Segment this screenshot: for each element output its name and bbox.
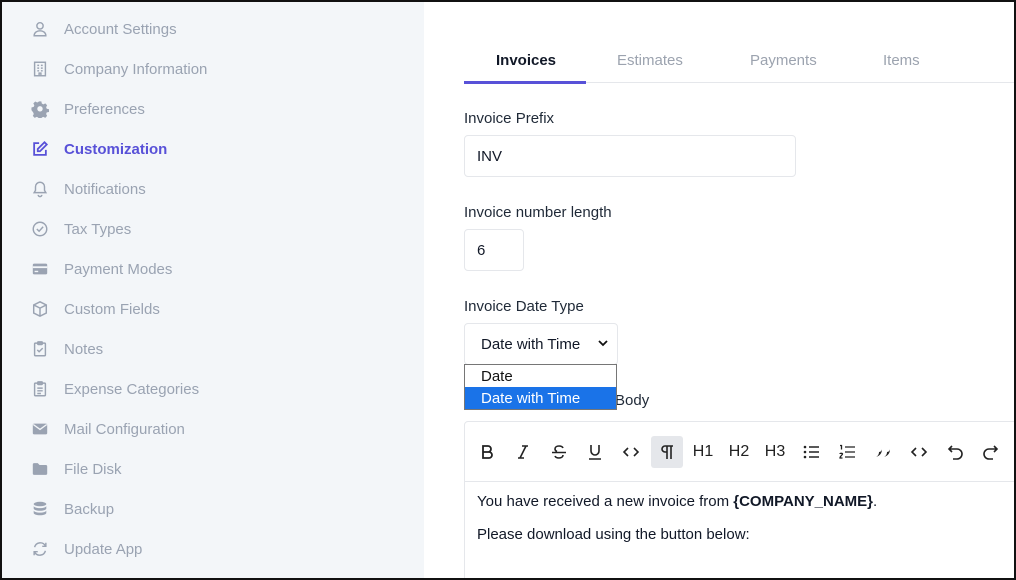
editor-text-end: . xyxy=(873,493,878,510)
heading-2-button[interactable]: H2 xyxy=(723,436,755,468)
database-icon xyxy=(30,499,50,519)
italic-icon xyxy=(518,444,528,459)
settings-sidebar: Account Settings Company Information Pre… xyxy=(2,2,424,578)
ordered-list-button[interactable] xyxy=(831,436,863,468)
edit-icon xyxy=(30,139,50,159)
editor-paragraph: Please download using the button below: xyxy=(477,525,750,543)
app-window: Account Settings Company Information Pre… xyxy=(0,0,1016,580)
company-name-placeholder: {COMPANY_NAME} xyxy=(733,493,874,510)
bullet-list-button[interactable] xyxy=(795,436,827,468)
refresh-icon xyxy=(30,539,50,559)
editor-content[interactable]: You have received a new invoice from {CO… xyxy=(465,482,1014,567)
sidebar-item-notifications[interactable]: Notifications xyxy=(30,177,146,201)
sidebar-item-account-settings[interactable]: Account Settings xyxy=(30,17,177,41)
editor-text: You have received a new invoice from xyxy=(477,493,734,510)
heading-3-button[interactable]: H3 xyxy=(759,436,791,468)
sidebar-item-label: Account Settings xyxy=(64,20,177,38)
invoice-prefix-input[interactable]: INV xyxy=(464,135,796,177)
redo-button[interactable] xyxy=(975,436,1007,468)
code-icon xyxy=(622,446,640,457)
sidebar-item-label: Customization xyxy=(64,140,168,158)
bell-icon xyxy=(30,179,50,199)
undo-icon xyxy=(947,444,963,460)
bullet-list-icon xyxy=(803,445,819,458)
sidebar-item-label: Preferences xyxy=(64,100,145,118)
tab-estimates[interactable]: Estimates xyxy=(617,52,683,69)
invoice-number-length-label: Invoice number length xyxy=(464,204,612,221)
redo-icon xyxy=(983,444,999,460)
sidebar-item-label: Mail Configuration xyxy=(64,420,185,438)
bold-icon xyxy=(482,444,493,459)
undo-button[interactable] xyxy=(939,436,971,468)
sidebar-item-file-disk[interactable]: File Disk xyxy=(30,457,122,481)
quote-icon xyxy=(876,445,890,457)
underline-button[interactable] xyxy=(579,436,611,468)
sidebar-item-custom-fields[interactable]: Custom Fields xyxy=(30,297,160,321)
date-type-option-date[interactable]: Date xyxy=(465,365,616,387)
sidebar-item-company-information[interactable]: Company Information xyxy=(30,57,207,81)
sidebar-item-update-app[interactable]: Update App xyxy=(30,537,142,561)
sidebar-item-label: Company Information xyxy=(64,60,208,78)
sidebar-item-payment-modes[interactable]: Payment Modes xyxy=(30,257,172,281)
sidebar-item-label: Update App xyxy=(64,540,143,558)
code-button[interactable] xyxy=(615,436,647,468)
sidebar-item-label: Custom Fields xyxy=(64,300,160,318)
customization-panel: Invoices Estimates Payments Items Invoic… xyxy=(424,2,1014,578)
underline-icon xyxy=(589,444,601,460)
invoice-body-label: Body xyxy=(615,392,650,409)
strikethrough-icon xyxy=(552,444,566,459)
cube-icon xyxy=(30,299,50,319)
invoice-body-editor: H1 H2 H3 You have received a new invoice… xyxy=(464,421,1014,578)
editor-paragraph: You have received a new invoice from {CO… xyxy=(477,492,1011,512)
tab-payments[interactable]: Payments xyxy=(750,52,817,69)
invoice-number-length-input[interactable]: 6 xyxy=(464,229,524,271)
blockquote-button[interactable] xyxy=(867,436,899,468)
bold-button[interactable] xyxy=(471,436,503,468)
sidebar-item-label: File Disk xyxy=(64,460,122,478)
invoice-date-type-select[interactable]: Date with Time xyxy=(464,323,618,365)
tab-bar: Invoices Estimates Payments Items xyxy=(464,42,1014,84)
sidebar-item-label: Notifications xyxy=(64,180,146,198)
invoice-date-type-label: Invoice Date Type xyxy=(464,298,584,315)
sidebar-item-customization[interactable]: Customization xyxy=(30,137,167,161)
check-circle-icon xyxy=(30,219,50,239)
strikethrough-button[interactable] xyxy=(543,436,575,468)
heading-1-button[interactable]: H1 xyxy=(687,436,719,468)
sidebar-item-label: Notes xyxy=(64,340,104,358)
invoice-date-type-value: Date with Time xyxy=(481,335,581,353)
tab-invoices[interactable]: Invoices xyxy=(496,52,556,69)
credit-card-icon xyxy=(30,259,50,279)
paragraph-icon xyxy=(661,444,673,459)
italic-button[interactable] xyxy=(507,436,539,468)
clipboard-list-icon xyxy=(30,379,50,399)
code-block-button[interactable] xyxy=(903,436,935,468)
sidebar-item-label: Expense Categories xyxy=(64,380,200,398)
active-tab-indicator xyxy=(464,81,586,84)
sidebar-item-backup[interactable]: Backup xyxy=(30,497,114,521)
building-icon xyxy=(30,59,50,79)
mail-icon xyxy=(30,419,50,439)
sidebar-item-label: Payment Modes xyxy=(64,260,173,278)
sidebar-item-mail-configuration[interactable]: Mail Configuration xyxy=(30,417,185,441)
sidebar-item-label: Backup xyxy=(64,500,115,518)
code-block-icon xyxy=(910,446,928,457)
sidebar-item-expense-categories[interactable]: Expense Categories xyxy=(30,377,199,401)
user-icon xyxy=(30,19,50,39)
chevron-down-icon xyxy=(597,336,609,353)
sidebar-item-label: Tax Types xyxy=(64,220,132,238)
clipboard-check-icon xyxy=(30,339,50,359)
sidebar-item-tax-types[interactable]: Tax Types xyxy=(30,217,131,241)
paragraph-button[interactable] xyxy=(651,435,683,468)
sidebar-item-notes[interactable]: Notes xyxy=(30,337,103,361)
date-type-dropdown-list: Date Date with Time xyxy=(464,364,617,410)
folder-icon xyxy=(30,459,50,479)
gear-icon xyxy=(30,99,50,119)
editor-toolbar: H1 H2 H3 xyxy=(465,422,1014,482)
tab-items[interactable]: Items xyxy=(883,52,920,69)
sidebar-item-preferences[interactable]: Preferences xyxy=(30,97,145,121)
date-type-option-date-with-time[interactable]: Date with Time xyxy=(465,387,616,409)
invoice-prefix-label: Invoice Prefix xyxy=(464,110,555,127)
ordered-list-icon xyxy=(839,444,855,459)
